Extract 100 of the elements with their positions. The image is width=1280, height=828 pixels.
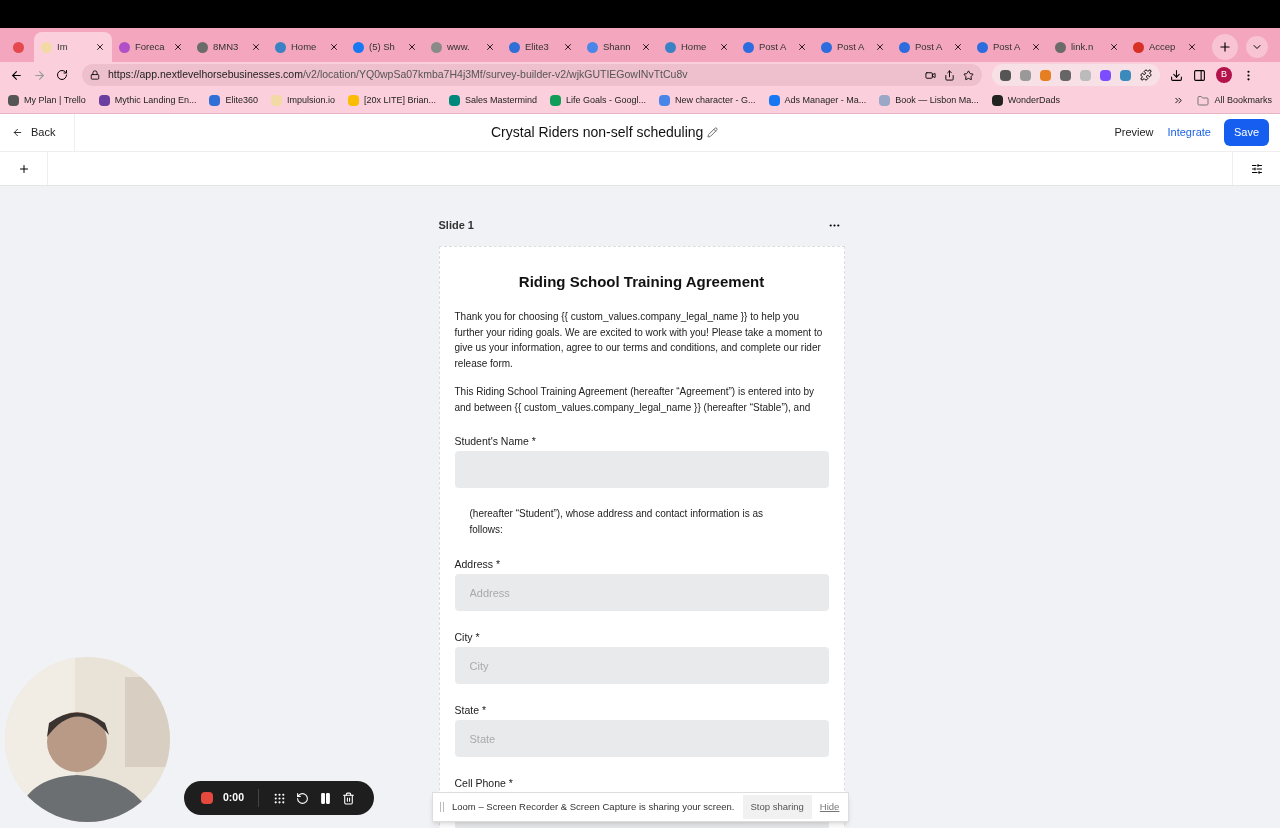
browser-tab[interactable]: (5) Sh <box>346 32 424 62</box>
side-panel-icon[interactable] <box>1193 68 1206 82</box>
form-text: (hereafter “Student”), whose address and contact information is as follows: <box>469 507 764 537</box>
arrow-left-icon <box>12 127 23 138</box>
close-icon[interactable] <box>1031 42 1041 52</box>
more-bookmarks-icon[interactable] <box>1173 95 1185 106</box>
close-icon[interactable] <box>485 42 495 52</box>
browser-tab[interactable]: link.n <box>1048 32 1126 62</box>
close-icon[interactable] <box>407 42 417 52</box>
hide-link[interactable]: Hide <box>819 799 840 815</box>
profile-avatar[interactable]: B <box>1216 67 1232 83</box>
close-icon[interactable] <box>875 42 885 52</box>
input-field[interactable]: State <box>454 720 829 757</box>
form-heading: Riding School Training Agreement <box>517 271 766 292</box>
share-icon[interactable] <box>944 69 955 81</box>
input-field[interactable]: City <box>454 647 829 684</box>
tab-title: Home <box>681 39 708 54</box>
tab-title: www. <box>447 39 471 54</box>
extension-icon[interactable] <box>1000 69 1011 81</box>
close-icon[interactable] <box>329 42 339 52</box>
browser-tab[interactable]: Post A <box>814 32 892 62</box>
bookmark[interactable]: New character - G... <box>659 93 756 108</box>
browser-tab[interactable]: Im <box>34 32 112 62</box>
close-icon[interactable] <box>173 42 183 52</box>
star-icon[interactable] <box>963 69 974 81</box>
tab-title: Foreca <box>135 39 166 54</box>
browser-tab[interactable]: 8MN3 <box>190 32 268 62</box>
browser-tab[interactable]: Elite3 <box>502 32 580 62</box>
tab-title: Post A <box>759 39 788 54</box>
browser-tab[interactable]: Foreca <box>112 32 190 62</box>
tab-title: Elite3 <box>525 39 550 54</box>
close-icon[interactable] <box>641 42 651 52</box>
bookmark[interactable]: [20x LITE] Brian... <box>347 93 436 108</box>
add-icon[interactable] <box>17 162 30 175</box>
address-bar[interactable]: https://app.nextlevelhorsebusinesses.com/v2/location/YQ0wpSa07kmba7H4j3Mf/survey-builder-v2/wjkGUTIEGowINvTtCu8v <box>82 64 982 86</box>
bookmark[interactable]: Impulsion.io <box>270 93 335 108</box>
grid-icon[interactable] <box>273 791 286 805</box>
close-icon[interactable] <box>953 42 963 52</box>
extension-icon[interactable] <box>1100 69 1111 81</box>
settings-icon[interactable] <box>1250 162 1263 175</box>
restart-icon[interactable] <box>296 791 309 805</box>
tab-title: Im <box>57 39 69 54</box>
tab-title: Accep <box>1149 39 1177 54</box>
edit-icon[interactable] <box>707 127 719 138</box>
back-icon[interactable] <box>10 68 23 82</box>
close-icon[interactable] <box>95 42 105 52</box>
close-icon[interactable] <box>1109 42 1119 52</box>
stop-sharing-button[interactable]: Stop sharing <box>742 795 812 819</box>
field-label: Student's Name * <box>454 435 537 447</box>
bookmark[interactable]: Elite360 <box>209 93 258 108</box>
close-icon[interactable] <box>719 42 729 52</box>
browser-tab[interactable]: Post A <box>970 32 1048 62</box>
new-tab-icon[interactable] <box>1218 40 1232 54</box>
extension-icon[interactable] <box>1060 69 1071 81</box>
close-icon[interactable] <box>251 42 261 52</box>
browser-tab[interactable]: Post A <box>736 32 814 62</box>
tab-title: Post A <box>993 39 1022 54</box>
intro-paragraph: Thank you for choosing {{ custom_values.company_legal_name }} to help you further your riding goals. We are excited to work with you! Please take a moment to give us your information, agree to our terms and conditions, and complete our rider release form. <box>454 310 824 371</box>
camera-icon[interactable] <box>925 69 936 81</box>
close-icon[interactable] <box>563 42 573 52</box>
slide-label: Slide 1 <box>438 218 474 233</box>
bookmark[interactable]: Mythic Landing En... <box>98 93 197 108</box>
tab-title: (5) Sh <box>369 39 396 54</box>
pause-icon[interactable] <box>319 791 332 805</box>
browser-tab[interactable]: Home <box>268 32 346 62</box>
puzzle-icon[interactable] <box>1140 69 1152 81</box>
url-text: https://app.nextlevelhorsebusinesses.com/v2/location/YQ0wpSa07kmba7H4j3Mf/survey-builder-v2/wjkGUTIEGowINvTtCu8v <box>108 67 689 83</box>
close-icon[interactable] <box>797 42 807 52</box>
bookmark[interactable]: WonderDads <box>991 93 1061 108</box>
reload-icon[interactable] <box>56 69 68 81</box>
field-label: City * <box>454 631 481 643</box>
back-button[interactable]: Back <box>0 114 75 151</box>
drag-handle-icon[interactable] <box>440 802 444 812</box>
download-icon[interactable] <box>1170 68 1183 82</box>
preview-button[interactable]: Preview <box>1114 124 1154 141</box>
extension-icon[interactable] <box>1120 69 1131 81</box>
field-label: Address * <box>454 558 502 570</box>
bookmark[interactable]: Book — Lisbon Ma... <box>879 93 979 108</box>
all-bookmarks-button[interactable]: All Bookmarks <box>1214 93 1272 108</box>
bookmark[interactable]: Ads Manager - Ma... <box>768 93 867 108</box>
sharing-message: Loom – Screen Recorder & Screen Capture is sharing your screen. <box>452 799 735 814</box>
input-field[interactable]: Address <box>454 574 829 611</box>
delete-icon[interactable] <box>342 791 355 805</box>
integrate-button[interactable]: Integrate <box>1167 124 1211 141</box>
tab-title: link.n <box>1071 39 1095 54</box>
tab-title: Post A <box>837 39 866 54</box>
bookmark[interactable]: My Plan | Trello <box>8 93 86 108</box>
browser-tab[interactable]: Post A <box>892 32 970 62</box>
bookmark[interactable]: Life Goals - Googl... <box>550 93 647 108</box>
browser-tab[interactable]: www. <box>424 32 502 62</box>
browser-tab[interactable]: Shann <box>580 32 658 62</box>
tab-title: Post A <box>915 39 944 54</box>
save-button[interactable]: Save <box>1223 119 1269 146</box>
stop-recording-button[interactable] <box>201 792 213 804</box>
browser-tab[interactable]: Home <box>658 32 736 62</box>
close-icon[interactable] <box>1187 42 1197 52</box>
browser-tab[interactable]: Accep <box>1126 32 1204 62</box>
bookmark[interactable]: Sales Mastermind <box>449 93 538 108</box>
survey-title: Crystal Riders non-self scheduling <box>490 123 704 142</box>
tab-title: Shann <box>603 39 632 54</box>
